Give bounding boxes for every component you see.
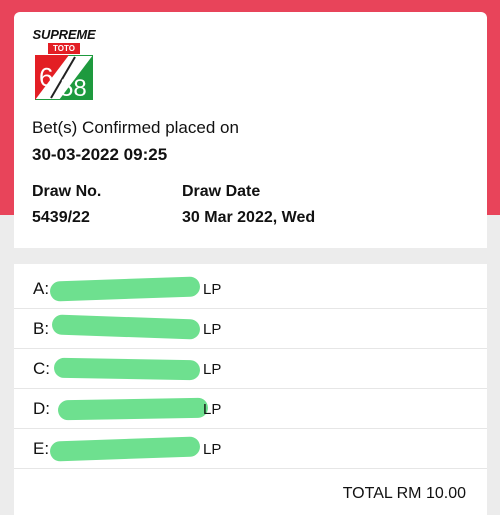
svg-text:6: 6 (39, 62, 53, 92)
bet-row-c: C: LP (14, 348, 487, 389)
confirmation-message: Bet(s) Confirmed placed on (32, 118, 239, 137)
logo-brand-text: SUPREME (32, 27, 96, 42)
bet-row-b: B: LP (14, 308, 487, 349)
bet-row-e: E: LP (14, 428, 487, 469)
redacted-bet-numbers (49, 276, 201, 302)
redacted-bet-numbers (49, 436, 201, 462)
redacted-bet-numbers (53, 357, 201, 381)
logo-sub-text: TOTO (48, 43, 80, 54)
redacted-bet-numbers (57, 397, 209, 421)
bet-suffix: LP (203, 281, 222, 298)
redacted-bet-numbers (51, 314, 201, 340)
bet-suffix: LP (203, 401, 222, 418)
bet-label: C: (33, 359, 50, 378)
bet-label: E: (33, 439, 50, 458)
bet-confirmation-card: SUPREME TOTO 6 58 Bet(s) Confirmed place… (14, 12, 487, 248)
svg-text:58: 58 (60, 75, 87, 100)
draw-number-label: Draw No. (32, 183, 102, 200)
bet-suffix: LP (203, 361, 222, 378)
bet-label: A: (33, 279, 50, 298)
bet-label: D: (33, 399, 50, 418)
total-amount: TOTAL RM 10.00 (342, 485, 466, 502)
bet-suffix: LP (203, 441, 222, 458)
bet-label: B: (33, 319, 50, 338)
bet-suffix: LP (203, 321, 222, 338)
draw-date: 30 Mar 2022, Wed (182, 209, 316, 226)
draw-date-label: Draw Date (182, 183, 261, 200)
bet-list: A: LP B: LP C: LP D: LP E: LP TOTAL RM 1… (14, 264, 487, 515)
supreme-toto-logo: SUPREME TOTO 6 58 (32, 28, 96, 102)
logo-game-icon: 6 58 (35, 55, 93, 100)
draw-number: 5439/22 (32, 209, 90, 226)
confirmation-datetime: 30-03-2022 09:25 (32, 145, 168, 164)
bet-row-a: A: LP (14, 268, 487, 309)
bet-row-d: D: LP (14, 388, 487, 429)
